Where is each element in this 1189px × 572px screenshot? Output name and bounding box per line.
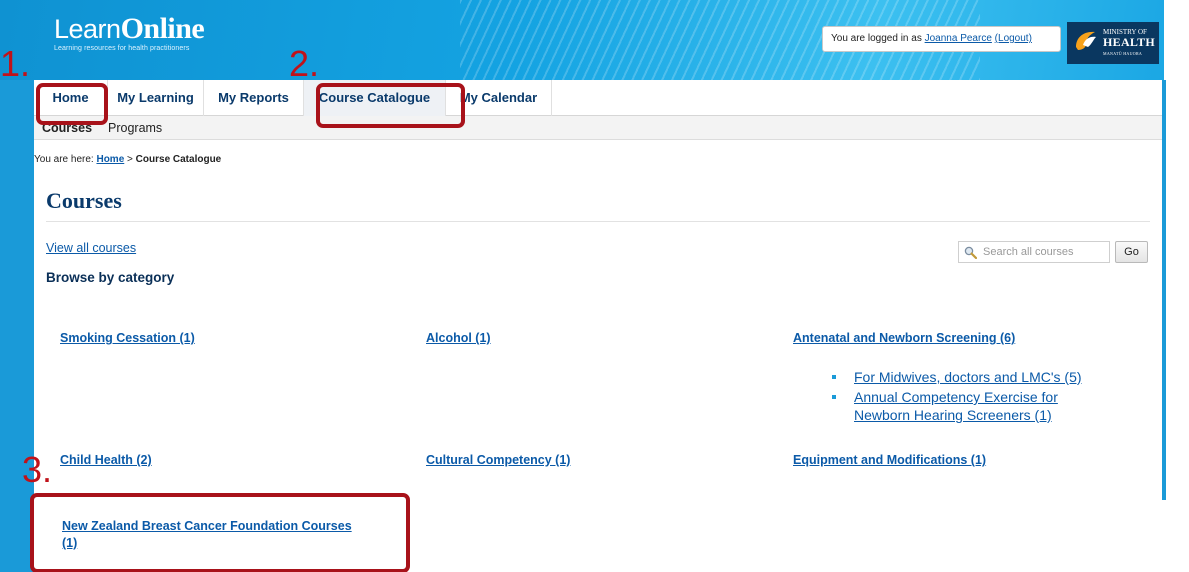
nav-my-reports[interactable]: My Reports: [204, 80, 304, 116]
ministry-of-health-logo[interactable]: MINISTRY OF HEALTH MANATŪ HAUORA: [1067, 22, 1159, 64]
search-placeholder: Search all courses: [983, 246, 1074, 258]
logout-link[interactable]: (Logout): [995, 33, 1032, 44]
main-nav: Home My Learning My Reports Course Catal…: [34, 80, 1162, 116]
bullet-icon: [832, 395, 836, 399]
breadcrumb-separator: >: [127, 154, 133, 165]
logo-light-text: Learn: [54, 14, 121, 44]
annotation-number-3: 3.: [22, 449, 53, 490]
list-item[interactable]: For Midwives, doctors and LMC's (5): [832, 368, 1132, 386]
subcategory-hearing-screeners-link-line2[interactable]: Newborn Hearing Screeners (1): [854, 407, 1052, 423]
subcategory-midwives-link[interactable]: For Midwives, doctors and LMC's (5): [854, 369, 1082, 385]
login-prefix: You are logged in as: [831, 33, 922, 44]
category-equipment-modifications[interactable]: Equipment and Modifications (1): [793, 453, 986, 467]
annotation-box-1: [36, 83, 108, 125]
search-icon: [964, 246, 977, 259]
category-alcohol[interactable]: Alcohol (1): [426, 331, 491, 345]
browse-heading: Browse by category: [46, 270, 175, 285]
breadcrumb-prefix: You are here:: [34, 154, 94, 165]
search-input[interactable]: Search all courses: [958, 241, 1110, 263]
list-item[interactable]: Annual Competency Exercise for Newborn H…: [832, 388, 1132, 424]
logo-wordmark: LearnOnline: [54, 12, 205, 45]
annotation-box-3: [30, 493, 410, 572]
screenshot-stage: LearnOnline Learning resources for healt…: [0, 0, 1189, 572]
ministry-koru-icon: [1076, 31, 1096, 50]
subnav-programs[interactable]: Programs: [108, 116, 162, 140]
sub-nav: Courses Programs: [34, 116, 1162, 140]
search-go-button[interactable]: Go: [1115, 241, 1148, 263]
right-background-strip: [1162, 80, 1166, 500]
nav-my-learning[interactable]: My Learning: [108, 80, 204, 116]
category-smoking-cessation[interactable]: Smoking Cessation (1): [60, 331, 195, 345]
category-antenatal-newborn-screening[interactable]: Antenatal and Newborn Screening (6): [793, 331, 1015, 345]
annotation-box-2: [316, 83, 465, 128]
page-title: Courses: [46, 188, 122, 213]
ministry-line3: MANATŪ HAUORA: [1103, 51, 1143, 56]
login-status: You are logged in as Joanna Pearce (Logo…: [822, 26, 1061, 52]
user-name-link[interactable]: Joanna Pearce: [925, 33, 992, 44]
ministry-line2: HEALTH: [1103, 35, 1156, 49]
annotation-number-1: 1.: [0, 43, 31, 84]
title-divider: [46, 221, 1150, 222]
view-all-courses-link[interactable]: View all courses: [46, 241, 136, 255]
logo-bold-text: Online: [120, 12, 205, 45]
subcategory-hearing-screeners-link-line1[interactable]: Annual Competency Exercise for: [854, 389, 1058, 405]
learnonline-logo[interactable]: LearnOnline Learning resources for healt…: [54, 12, 205, 53]
category-child-health[interactable]: Child Health (2): [60, 453, 152, 467]
left-background-strip: [0, 80, 34, 572]
logo-tagline: Learning resources for health practition…: [54, 45, 190, 52]
breadcrumb-current: Course Catalogue: [135, 154, 222, 165]
breadcrumb-home-link[interactable]: Home: [96, 154, 124, 165]
breadcrumb: You are here: Home > Course Catalogue: [34, 154, 221, 165]
annotation-number-2: 2.: [289, 43, 320, 84]
bullet-icon: [832, 375, 836, 379]
ministry-wordmark: MINISTRY OF HEALTH MANATŪ HAUORA: [1103, 28, 1155, 58]
category-cultural-competency[interactable]: Cultural Competency (1): [426, 453, 570, 467]
antenatal-subcategory-list: For Midwives, doctors and LMC's (5) Annu…: [832, 368, 1132, 426]
left-lower-background-strip: [0, 500, 34, 572]
